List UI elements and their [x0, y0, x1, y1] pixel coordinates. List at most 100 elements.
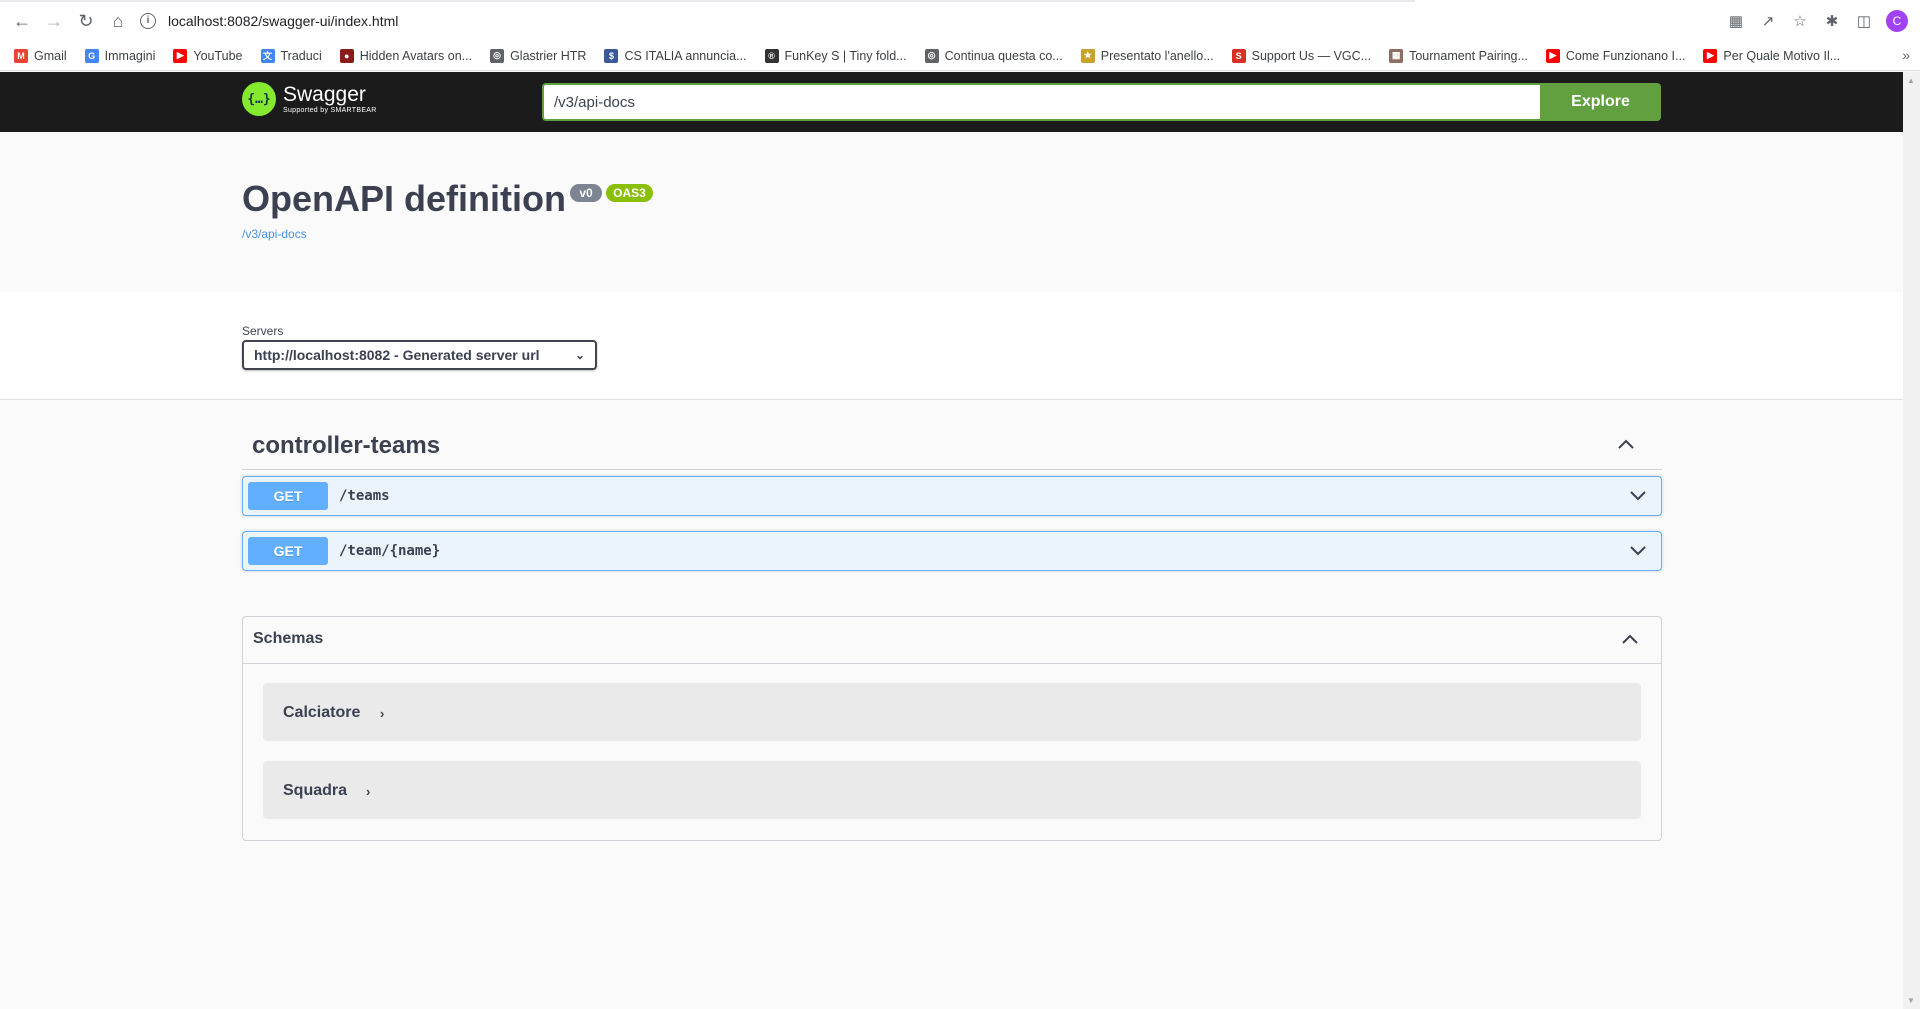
browser-actions: ▦ ↗ ☆ ✱ ◫ C	[1720, 5, 1920, 37]
bookmark-item[interactable]: 文 Traduci	[260, 48, 322, 63]
info-section: OpenAPI definition v0 OAS3 /v3/api-docs	[0, 132, 1903, 292]
bookmark-label: Tournament Pairing...	[1409, 48, 1528, 63]
chevron-up-icon[interactable]	[1621, 632, 1639, 646]
model-calciatore[interactable]: Calciatore ›	[263, 683, 1641, 741]
bookmark-label: Come Funzionano I...	[1565, 48, 1686, 63]
site-info-icon[interactable]: i	[140, 13, 156, 29]
operation-get-teams[interactable]: GET /teams	[242, 476, 1662, 516]
translate-icon: 文	[260, 48, 275, 63]
tournament-icon: ▦	[1389, 48, 1404, 63]
bookmark-item[interactable]: ▶ Come Funzionano I...	[1545, 48, 1686, 63]
youtube-icon: ▶	[1703, 48, 1718, 63]
more-bookmarks-icon[interactable]: »	[1902, 47, 1910, 63]
bookmark-label: FunKey S | Tiny fold...	[784, 48, 907, 63]
address-bar[interactable]: i localhost:8082/swagger-ui/index.html	[140, 6, 1740, 36]
scroll-down-icon[interactable]: ▼	[1907, 996, 1915, 1005]
operation-path: /team/{name}	[339, 543, 441, 559]
swagger-logo-icon: {…}	[242, 82, 276, 116]
chevron-right-icon[interactable]: ›	[380, 706, 384, 721]
version-badge: v0	[570, 184, 602, 202]
api-url-input[interactable]	[542, 83, 1540, 121]
chevron-down-icon[interactable]	[1629, 489, 1647, 503]
share-icon[interactable]: ↗	[1752, 5, 1784, 37]
schemas-header[interactable]: Schemas	[243, 617, 1661, 664]
cs-icon: $	[604, 48, 619, 63]
page-scrollbar[interactable]: ▲ ▼	[1903, 72, 1920, 1009]
bookmark-label: Continua questa co...	[944, 48, 1063, 63]
chevron-down-icon[interactable]	[1629, 544, 1647, 558]
vgc-icon: S	[1231, 48, 1246, 63]
servers-select[interactable]: http://localhost:8082 - Generated server…	[242, 340, 597, 370]
bookmark-item[interactable]: ◎ Glastrier HTR	[490, 48, 587, 63]
funkey-icon: ®	[764, 48, 779, 63]
youtube-icon: ▶	[173, 48, 188, 63]
operation-path: /teams	[339, 488, 390, 504]
tab-strip-edge	[0, 0, 1415, 2]
bookmark-item[interactable]: ▶ YouTube	[173, 48, 243, 63]
bookmark-label: CS ITALIA annuncia...	[624, 48, 747, 63]
chevron-right-icon[interactable]: ›	[366, 784, 370, 799]
swagger-topbar: {…} Swagger Supported by SMARTBEAR Explo…	[0, 72, 1903, 132]
bookmark-item[interactable]: $ CS ITALIA annuncia...	[604, 48, 747, 63]
api-docs-link[interactable]: /v3/api-docs	[242, 227, 307, 241]
bookmark-label: YouTube	[193, 48, 243, 63]
home-icon[interactable]: ⌂	[102, 5, 134, 37]
page-title: OpenAPI definition	[242, 178, 566, 219]
servers-label: Servers	[242, 324, 284, 338]
bookmark-item[interactable]: ® FunKey S | Tiny fold...	[764, 48, 907, 63]
reload-icon[interactable]: ↻	[70, 5, 102, 37]
bookmark-label: Hidden Avatars on...	[359, 48, 473, 63]
bookmark-label: Immagini	[104, 48, 156, 63]
google-icon: G	[84, 48, 99, 63]
swagger-logo[interactable]: {…} Swagger Supported by SMARTBEAR	[242, 82, 377, 116]
servers-section: Servers http://localhost:8082 - Generate…	[0, 292, 1903, 400]
model-name: Calciatore	[283, 704, 361, 721]
bookmark-label: Presentato l'anello...	[1100, 48, 1214, 63]
globe-icon: ◎	[490, 48, 505, 63]
bookmark-item[interactable]: M Gmail	[14, 48, 67, 63]
bookmark-label: Traduci	[280, 48, 322, 63]
swagger-logo-text: Swagger Supported by SMARTBEAR	[283, 82, 377, 114]
method-badge: GET	[248, 482, 328, 510]
translate-icon[interactable]: ▦	[1720, 5, 1752, 37]
bookmark-item[interactable]: ▶ Per Quale Motivo Il...	[1703, 48, 1840, 63]
bookmark-item[interactable]: ◎ Continua questa co...	[924, 48, 1063, 63]
extensions-icon[interactable]: ✱	[1816, 5, 1848, 37]
scroll-up-icon[interactable]: ▲	[1907, 76, 1915, 85]
bookmark-label: Support Us — VGC...	[1251, 48, 1372, 63]
gmail-icon: M	[14, 48, 28, 63]
bookmark-label: Gmail	[34, 48, 67, 63]
model-squadra[interactable]: Squadra ›	[263, 761, 1641, 819]
bookmark-item[interactable]: ★ Presentato l'anello...	[1080, 48, 1214, 63]
profile-avatar[interactable]: C	[1886, 10, 1908, 32]
operation-get-team-name[interactable]: GET /team/{name}	[242, 531, 1662, 571]
news-icon: ★	[1080, 48, 1095, 63]
globe-icon: ◎	[924, 48, 939, 63]
bookmark-item[interactable]: G Immagini	[84, 48, 156, 63]
chevron-up-icon[interactable]	[1616, 434, 1636, 454]
bookmark-item[interactable]: ● Hidden Avatars on...	[339, 48, 473, 63]
avatar-site-icon: ●	[339, 48, 354, 63]
back-arrow-icon[interactable]: ←	[6, 5, 38, 37]
tag-title: controller-teams	[252, 432, 441, 459]
method-badge: GET	[248, 537, 328, 565]
bookmark-star-icon[interactable]: ☆	[1784, 5, 1816, 37]
chevron-down-icon: ⌄	[574, 348, 585, 362]
logo-subtitle: Supported by SMARTBEAR	[283, 106, 377, 114]
bookmark-label: Glastrier HTR	[510, 48, 587, 63]
bookmark-item[interactable]: ▦ Tournament Pairing...	[1389, 48, 1528, 63]
bookmark-item[interactable]: S Support Us — VGC...	[1231, 48, 1372, 63]
oas-badge: OAS3	[606, 184, 653, 202]
explore-button[interactable]: Explore	[1540, 83, 1661, 121]
schemas-title: Schemas	[253, 630, 324, 647]
model-name: Squadra	[283, 782, 348, 799]
schemas-section: Schemas Calciatore › Squadra ›	[242, 616, 1662, 841]
forward-arrow-icon[interactable]: →	[38, 5, 70, 37]
bookmarks-bar: M Gmail G Immagini ▶ YouTube 文 Traduci ● Hidden A…	[0, 41, 1920, 71]
servers-selected-value: http://localhost:8082 - Generated server…	[254, 347, 540, 363]
logo-title: Swagger	[283, 82, 366, 106]
browser-toolbar: ← → ↻ ⌂ i localhost:8082/swagger-ui/inde…	[0, 0, 1920, 41]
tag-section-header[interactable]: controller-teams	[242, 424, 1662, 470]
address-url[interactable]: localhost:8082/swagger-ui/index.html	[168, 13, 398, 29]
side-panel-icon[interactable]: ◫	[1848, 5, 1880, 37]
